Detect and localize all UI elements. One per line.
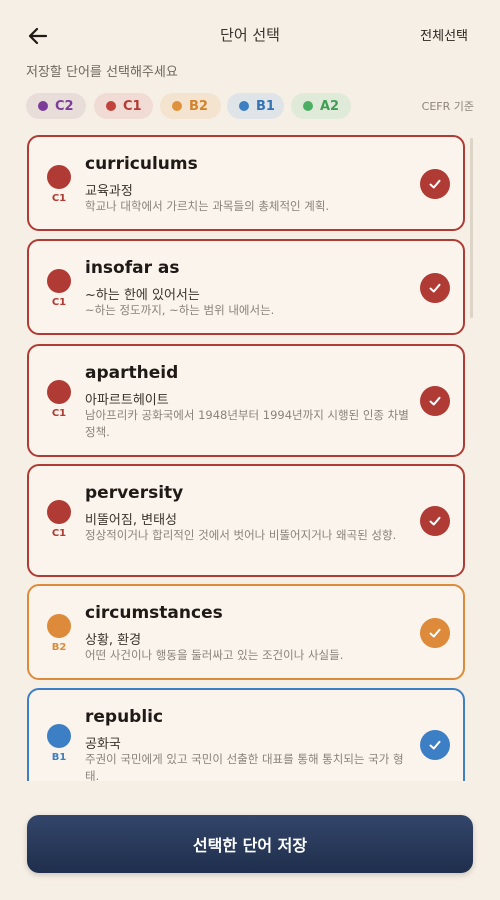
check-icon [429,283,441,293]
word-meaning: 아파르트헤이트 [85,393,169,408]
word-meaning: 비뚤어짐, 변태성 [85,513,177,528]
selected-checkbox[interactable] [420,618,450,648]
word-text: perversity [85,483,184,503]
check-icon [429,628,441,638]
word-meaning: ~하는 한에 있어서는 [85,288,200,303]
chip-c1[interactable]: C1 [94,93,153,119]
word-text: curriculums [85,154,198,174]
check-icon [429,740,441,750]
level-dot-icon [239,101,249,111]
chip-label: A2 [320,98,340,114]
level-label: B1 [51,752,67,763]
header: 단어 선택 전체선택 [0,0,500,70]
word-card[interactable]: C1 curriculums 교육과정 학교나 대학에서 가르치는 과목들의 총… [27,135,465,231]
level-dot-icon [38,101,48,111]
word-list[interactable]: C1 curriculums 교육과정 학교나 대학에서 가르치는 과목들의 총… [26,133,471,781]
level-dot-icon [47,165,71,189]
select-all-button[interactable]: 전체선택 [420,25,468,44]
selected-checkbox[interactable] [420,506,450,536]
chip-b2[interactable]: B2 [160,93,221,119]
save-selected-words-button[interactable]: 선택한 단어 저장 [27,815,473,873]
word-card[interactable]: C1 insofar as ~하는 한에 있어서는 ~하는 정도까지, ~하는 … [27,239,465,335]
level-dot-icon [47,500,71,524]
check-icon [429,516,441,526]
level-label: C1 [51,408,67,419]
word-meaning: 교육과정 [85,184,133,199]
word-card[interactable]: C1 perversity 비뚤어짐, 변태성 정상적이거나 합리적인 것에서 … [27,464,465,577]
chip-label: B2 [189,98,208,114]
selected-checkbox[interactable] [420,273,450,303]
chip-a2[interactable]: A2 [291,93,351,119]
word-card[interactable]: C1 apartheid 아파르트헤이트 남아프리카 공화국에서 1948년부터… [27,344,465,457]
chip-label: B1 [256,98,275,114]
scrollbar[interactable] [470,138,473,318]
chip-label: C2 [55,98,74,114]
level-label: C1 [51,297,67,308]
word-description: 정상적이거나 합리적인 것에서 벗어나 비뚤어지거나 왜곡된 성향. [85,528,397,542]
word-text: insofar as [85,258,180,278]
word-meaning: 공화국 [85,737,121,752]
check-icon [429,396,441,406]
level-dot-icon [47,269,71,293]
level-dot-icon [47,614,71,638]
word-description: ~하는 정도까지, ~하는 범위 내에서는. [85,303,275,317]
level-filter-chips: C2 C1 B2 B1 A2 [26,93,476,119]
word-meaning: 상황, 환경 [85,633,142,648]
selected-checkbox[interactable] [420,169,450,199]
word-description: 학교나 대학에서 가르치는 과목들의 총체적인 계획. [85,199,330,213]
selected-checkbox[interactable] [420,730,450,760]
level-label: C1 [51,193,67,204]
check-icon [429,179,441,189]
level-dot-icon [106,101,116,111]
word-description: 남아프리카 공화국에서 1948년부터 1994년까지 시행된 인종 차별 정책… [85,408,409,439]
word-text: apartheid [85,363,179,383]
selected-checkbox[interactable] [420,386,450,416]
word-card[interactable]: B2 circumstances 상황, 환경 어떤 사건이나 행동을 둘러싸고… [27,584,465,680]
word-card[interactable]: B1 republic 공화국 주권이 국민에게 있고 국민이 선출한 대표를 … [27,688,465,781]
instruction-text: 저장할 단어를 선택해주세요 [26,65,178,80]
level-dot-icon [172,101,182,111]
word-description: 어떤 사건이나 행동을 둘러싸고 있는 조건이나 사실들. [85,648,344,662]
level-dot-icon [303,101,313,111]
chip-b1[interactable]: B1 [227,93,284,119]
word-description: 주권이 국민에게 있고 국민이 선출한 대표를 통해 통치되는 국가 형태. [85,752,404,781]
level-label: C1 [51,528,67,539]
level-label: B2 [51,642,67,653]
cefr-note: CEFR 기준 [421,100,474,113]
word-text: circumstances [85,603,223,623]
word-text: republic [85,707,164,727]
level-dot-icon [47,724,71,748]
level-dot-icon [47,380,71,404]
chip-label: C1 [123,98,142,114]
chip-c2[interactable]: C2 [26,93,86,119]
